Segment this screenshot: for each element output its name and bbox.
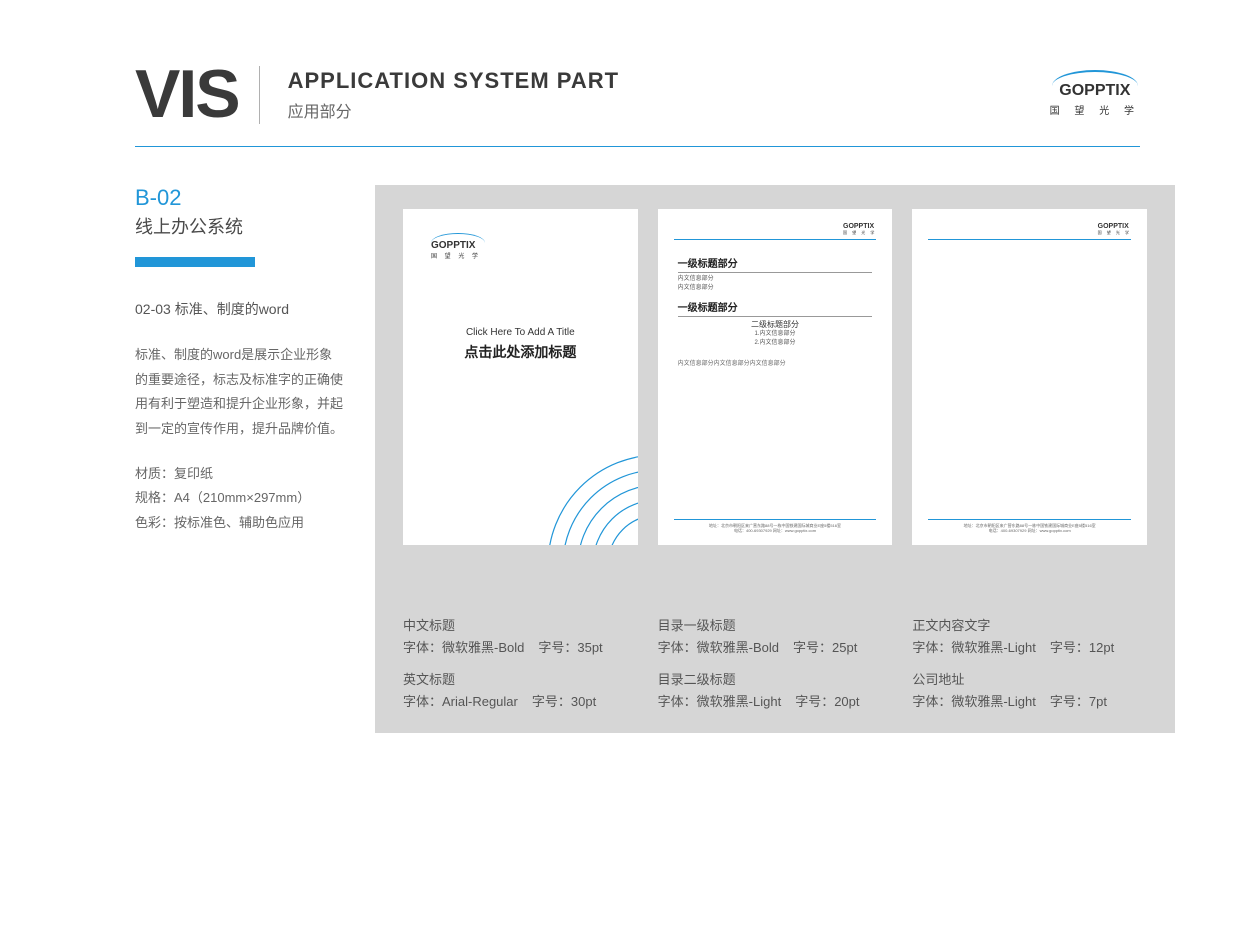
- footer-rule: [674, 519, 877, 520]
- mini-logo: GOPPTIX 国 望 光 学: [843, 223, 876, 236]
- toc-note: 内文信息部分内文信息部分内文信息部分: [678, 358, 873, 367]
- preview-area: GOPPTIX 国 望 光 学 Click Here To Add A Titl…: [375, 185, 1175, 733]
- toc-item: 2.内文信息部分: [678, 339, 873, 348]
- spec-size: 规格：A4（210mm×297mm）: [135, 486, 345, 511]
- sidebar: B-02 线上办公系统 02-03 标准、制度的word 标准、制度的word是…: [135, 185, 365, 733]
- template-body-page: GOPPTIX 国 望 光 学 地址：北京市朝阳区来广营东路88号一栋中国铁建国…: [912, 209, 1147, 545]
- vis-mark: VIS: [135, 60, 239, 128]
- decorative-arcs-icon: [518, 425, 638, 545]
- toc-body: 一级标题部分 内文信息部分 内文信息部分 一级标题部分 二级标题部分 1.内文信…: [678, 255, 873, 367]
- caption-font: 字体：微软雅黑-Bold: [658, 637, 779, 659]
- captions-row: 中文标题 字体：微软雅黑-Bold 字号：35pt 英文标题 字体：Arial-R…: [403, 615, 1147, 713]
- footer-contact: 电话：400-69307929 网址：www.gopptix.com: [928, 528, 1131, 533]
- cover-title-en: Click Here To Add A Title: [403, 327, 638, 338]
- caption-font: 字体：微软雅黑-Light: [912, 691, 1036, 713]
- caption-font: 字体：Arial-Regular: [403, 691, 518, 713]
- header-title-zh: 应用部分: [288, 98, 619, 122]
- cover-title-zh: 点击此处添加标题: [403, 342, 638, 362]
- mini-logo-zh: 国 望 光 学: [431, 251, 485, 260]
- caption-title: 公司地址: [912, 669, 1147, 691]
- caption-font: 字体：微软雅黑-Light: [912, 637, 1036, 659]
- header-rule: [928, 239, 1131, 240]
- caption-size: 字号：30pt: [532, 691, 596, 713]
- caption-size: 字号：35pt: [538, 637, 602, 659]
- caption-size: 字号：12pt: [1050, 637, 1114, 659]
- header-titles: APPLICATION SYSTEM PART 应用部分: [288, 68, 619, 122]
- caption-title: 正文内容文字: [912, 615, 1147, 637]
- specifications: 材质：复印纸 规格：A4（210mm×297mm） 色彩：按标准色、辅助色应用: [135, 462, 345, 536]
- mini-logo-en: GOPPTIX: [431, 240, 485, 251]
- header-rule: [674, 239, 877, 240]
- spec-material: 材质：复印纸: [135, 462, 345, 487]
- accent-bar: [135, 257, 255, 267]
- template-cover-page: GOPPTIX 国 望 光 学 Click Here To Add A Titl…: [403, 209, 638, 545]
- description: 标准、制度的word是展示企业形象的重要途径，标志及标准字的正确使用有利于塑造和…: [135, 343, 345, 442]
- sub-title: 02-03 标准、制度的word: [135, 299, 345, 319]
- footer-contact: 电话：400-69307929 网址：www.gopptix.com: [674, 528, 877, 533]
- caption-size: 字号：25pt: [793, 637, 857, 659]
- system-name: 线上办公系统: [135, 213, 345, 239]
- toc-h1: 一级标题部分: [678, 255, 873, 273]
- content-area: B-02 线上办公系统 02-03 标准、制度的word 标准、制度的word是…: [0, 147, 1240, 733]
- toc-h1: 一级标题部分: [678, 299, 873, 317]
- footer-rule: [928, 519, 1131, 520]
- template-toc-page: GOPPTIX 国 望 光 学 一级标题部分 内文信息部分 内文信息部分 一级标…: [658, 209, 893, 545]
- caption-font: 字体：微软雅黑-Light: [658, 691, 782, 713]
- brand-logo: GOPPTIX 国 望 光 学: [1050, 70, 1140, 117]
- spec-color: 色彩：按标准色、辅助色应用: [135, 511, 345, 536]
- caption-title: 英文标题: [403, 669, 638, 691]
- caption-size: 字号：7pt: [1050, 691, 1107, 713]
- brand-name-zh: 国 望 光 学: [1050, 102, 1140, 117]
- section-code: B-02: [135, 185, 345, 211]
- mini-logo-en: GOPPTIX: [1098, 223, 1131, 230]
- mini-logo-zh: 国 望 光 学: [1098, 230, 1131, 236]
- caption-title: 目录一级标题: [658, 615, 893, 637]
- caption-title: 目录二级标题: [658, 669, 893, 691]
- mini-logo: GOPPTIX 国 望 光 学: [431, 233, 485, 260]
- caption-size: 字号：20pt: [795, 691, 859, 713]
- brand-name-en: GOPPTIX: [1050, 82, 1140, 100]
- page-footer: 地址：北京市朝阳区来广营东路88号一栋中国铁建国际城商业E座5楼516室 电话：…: [928, 519, 1131, 533]
- caption-font: 字体：微软雅黑-Bold: [403, 637, 524, 659]
- mini-logo-en: GOPPTIX: [843, 223, 876, 230]
- vertical-divider: [259, 66, 260, 124]
- mini-logo: GOPPTIX 国 望 光 学: [1098, 223, 1131, 236]
- page-footer: 地址：北京市朝阳区来广营东路88号一栋中国铁建国际城商业E座5楼516室 电话：…: [674, 519, 877, 533]
- caption-title: 中文标题: [403, 615, 638, 637]
- caption-col-2: 目录一级标题 字体：微软雅黑-Bold 字号：25pt 目录二级标题 字体：微软雅…: [658, 615, 893, 713]
- toc-line: 内文信息部分: [678, 284, 873, 293]
- mini-logo-zh: 国 望 光 学: [843, 230, 876, 236]
- header-title-en: APPLICATION SYSTEM PART: [288, 68, 619, 94]
- caption-col-3: 正文内容文字 字体：微软雅黑-Light 字号：12pt 公司地址 字体：微软雅黑…: [912, 615, 1147, 713]
- toc-line: 内文信息部分: [678, 275, 873, 284]
- caption-col-1: 中文标题 字体：微软雅黑-Bold 字号：35pt 英文标题 字体：Arial-R…: [403, 615, 638, 713]
- toc-item: 1.内文信息部分: [678, 330, 873, 339]
- pages-row: GOPPTIX 国 望 光 学 Click Here To Add A Titl…: [403, 209, 1147, 599]
- toc-h2: 二级标题部分: [678, 319, 873, 330]
